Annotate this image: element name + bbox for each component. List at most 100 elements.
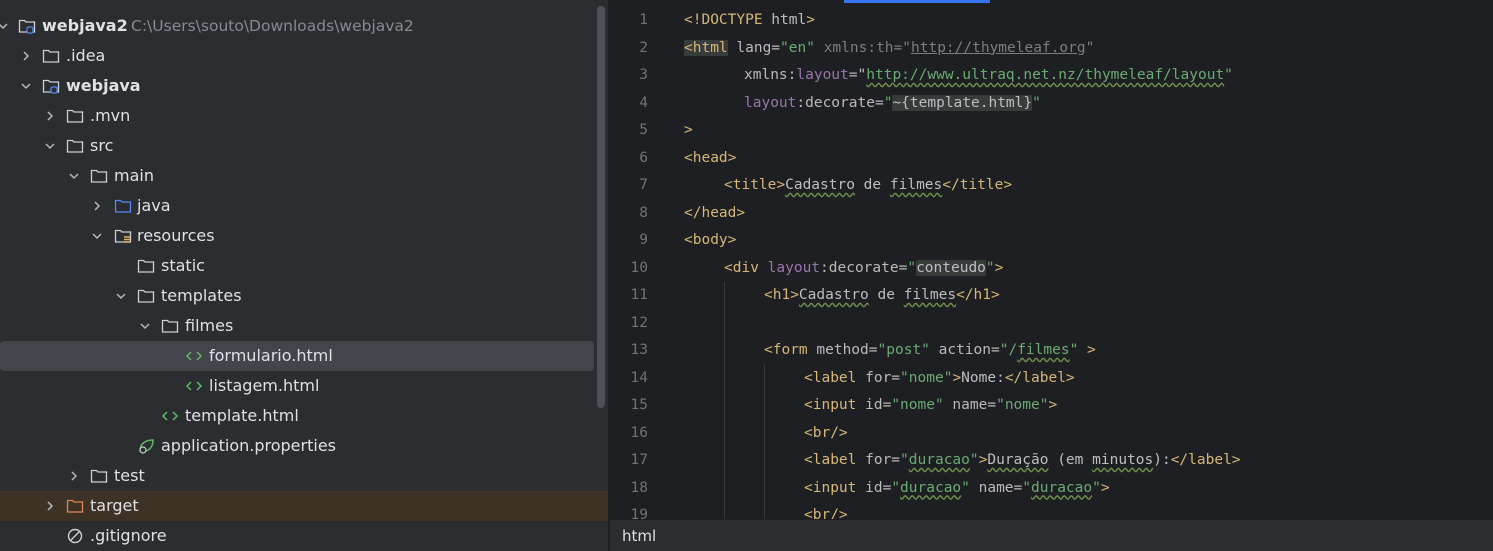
- tree-item-src[interactable]: src: [0, 131, 608, 161]
- tree-item-label: test: [114, 466, 145, 485]
- tree-item-listagem-html[interactable]: listagem.html: [0, 371, 608, 401]
- html-file-icon: [185, 381, 203, 391]
- indent-guide: [764, 365, 765, 519]
- project-tree[interactable]: webjava2 C:\Users\souto\Downloads\webjav…: [0, 0, 608, 551]
- ignored-file-icon: [67, 528, 83, 544]
- tree-item-label: listagem.html: [209, 376, 320, 395]
- code-line-8[interactable]: </head>: [684, 200, 745, 228]
- tree-item-label: resources: [137, 226, 215, 245]
- chevron-down-icon[interactable]: [90, 229, 104, 243]
- chevron-right-icon[interactable]: [43, 109, 57, 123]
- tree-item-label: src: [90, 136, 114, 155]
- tree-item-gitignore[interactable]: .gitignore: [0, 521, 608, 551]
- tree-item-webjava2[interactable]: webjava2 C:\Users\souto\Downloads\webjav…: [0, 11, 608, 41]
- tree-item-webjava[interactable]: webjava: [0, 71, 608, 101]
- resources-folder-icon: [114, 229, 132, 243]
- tree-item-label: target: [90, 496, 139, 515]
- line-number: 16: [630, 424, 648, 441]
- folder-icon: [66, 109, 84, 123]
- line-number: 14: [630, 369, 648, 386]
- chevron-down-icon[interactable]: [114, 289, 128, 303]
- chevron-right-icon[interactable]: [67, 469, 81, 483]
- tree-item-mvn[interactable]: .mvn: [0, 101, 608, 131]
- tree-item-label: .gitignore: [90, 526, 167, 545]
- code-line-13[interactable]: <form method="post" action="/filmes" >: [764, 337, 1096, 365]
- code-line-4[interactable]: layout:decorate="~{template.html}": [744, 90, 1041, 118]
- line-number: 19: [630, 507, 648, 519]
- chevron-down-icon[interactable]: [43, 139, 57, 153]
- code-line-11[interactable]: <h1>Cadastro de filmes</h1>: [764, 282, 1000, 310]
- tree-item-application-properties[interactable]: application.properties: [0, 431, 608, 461]
- code-line-16[interactable]: <br/>: [804, 420, 848, 448]
- folder-icon: [137, 259, 155, 273]
- tree-item-templates[interactable]: templates: [0, 281, 608, 311]
- chevron-down-icon[interactable]: [138, 319, 152, 333]
- chevron-down-icon[interactable]: [67, 169, 81, 183]
- folder-icon: [42, 49, 60, 63]
- tree-item-label: main: [114, 166, 154, 185]
- tree-item-idea[interactable]: .idea: [0, 41, 608, 71]
- code-line-5[interactable]: >: [684, 117, 693, 145]
- tree-scrollbar[interactable]: [597, 6, 605, 408]
- tree-item-label: .mvn: [90, 106, 131, 125]
- tree-item-static[interactable]: static: [0, 251, 608, 281]
- tree-item-label: formulario.html: [209, 346, 333, 365]
- folder-icon: [137, 289, 155, 303]
- tree-item-template-html[interactable]: template.html: [0, 401, 608, 431]
- tree-item-java[interactable]: java: [0, 191, 608, 221]
- excluded-folder-icon: [66, 499, 84, 513]
- code-line-17[interactable]: <label for="duracao">Duração (em minutos…: [804, 447, 1241, 475]
- line-number: 9: [639, 232, 648, 248]
- module-folder-icon: [18, 19, 36, 34]
- line-number: 6: [639, 149, 648, 166]
- code-line-2[interactable]: <html lang="en" xmlns:th="http://thymele…: [684, 35, 1094, 63]
- tree-item-label: filmes: [185, 316, 234, 335]
- line-number: 17: [630, 452, 648, 468]
- tree-item-label: application.properties: [161, 436, 336, 455]
- folder-icon: [90, 469, 108, 483]
- chevron-right-icon[interactable]: [90, 199, 104, 213]
- code-line-6[interactable]: <head>: [684, 145, 736, 173]
- tree-item-label: java: [137, 196, 171, 215]
- code-line-7[interactable]: <title>Cadastro de filmes</title>: [724, 172, 1012, 200]
- html-file-icon: [161, 411, 179, 421]
- folder-icon: [161, 319, 179, 333]
- module-folder-icon: [42, 79, 60, 94]
- code-line-14[interactable]: <label for="nome">Nome:</label>: [804, 365, 1075, 393]
- active-tab-indicator: [844, 0, 990, 3]
- line-number: 3: [639, 67, 648, 83]
- tree-item-filmes[interactable]: filmes: [0, 311, 608, 341]
- breadcrumb[interactable]: html: [622, 520, 656, 551]
- line-number: 5: [639, 122, 648, 138]
- tree-item-main[interactable]: main: [0, 161, 608, 191]
- code-line-10[interactable]: <div layout:decorate="conteudo">: [724, 255, 1003, 283]
- line-number: 1: [639, 12, 648, 28]
- line-number: 2: [639, 39, 648, 56]
- chevron-right-icon[interactable]: [19, 49, 33, 63]
- tree-item-formulario-html[interactable]: formulario.html: [0, 341, 594, 371]
- line-number: 10: [630, 259, 648, 276]
- tree-item-label: static: [161, 256, 205, 275]
- tree-item-target[interactable]: target: [0, 491, 608, 521]
- code-line-18[interactable]: <input id="duracao" name="duracao">: [804, 475, 1110, 503]
- chevron-down-icon[interactable]: [0, 19, 10, 33]
- folder-icon: [90, 169, 108, 183]
- code-editor[interactable]: 1 2 3 4 5 6 7 8 9 10 11 12 13 14 15 16 1…: [610, 0, 1493, 519]
- tree-item-label: templates: [161, 286, 242, 305]
- code-line-19[interactable]: <br/>: [804, 502, 848, 519]
- tree-item-resources[interactable]: resources: [0, 221, 608, 251]
- code-line-1[interactable]: <!DOCTYPE html>: [684, 7, 815, 35]
- line-number: 15: [630, 397, 648, 413]
- line-number: 12: [630, 314, 648, 331]
- code-line-15[interactable]: <input id="nome" name="nome">: [804, 392, 1057, 420]
- code-line-3[interactable]: xmlns:layout="http://www.ultraq.net.nz/t…: [744, 62, 1233, 90]
- status-bar: html: [610, 519, 1493, 551]
- line-number: 7: [639, 177, 648, 193]
- tree-item-label: .idea: [66, 46, 106, 65]
- chevron-right-icon[interactable]: [43, 499, 57, 513]
- chevron-down-icon[interactable]: [19, 79, 33, 93]
- line-number: 11: [630, 287, 648, 303]
- code-line-9[interactable]: <body>: [684, 227, 736, 255]
- folder-icon: [66, 139, 84, 153]
- tree-item-test[interactable]: test: [0, 461, 608, 491]
